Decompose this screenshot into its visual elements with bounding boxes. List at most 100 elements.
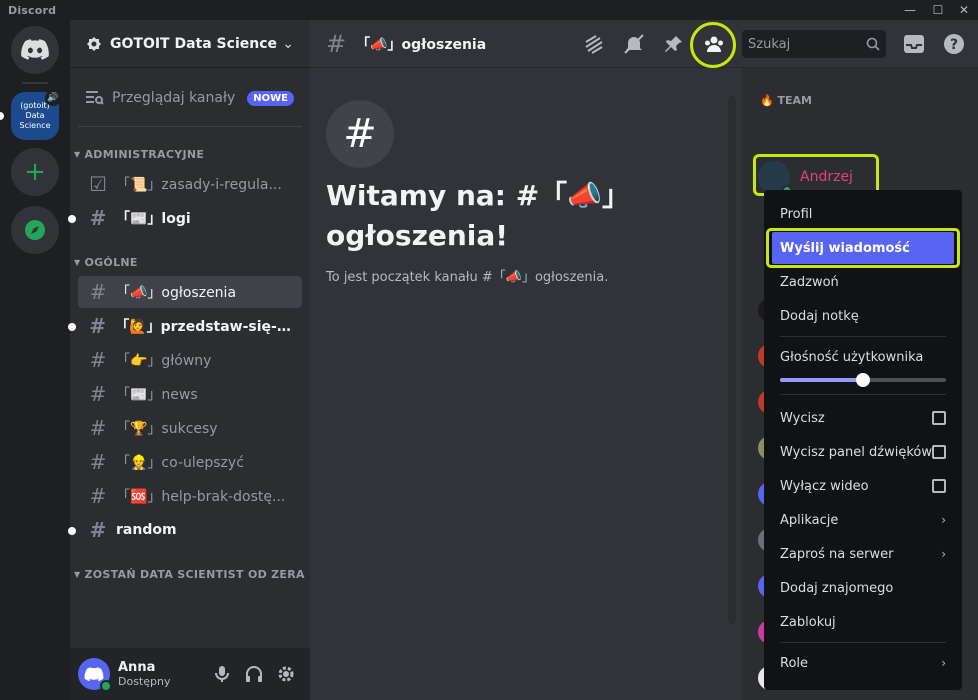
channel-news[interactable]: # 「📰」news (78, 378, 302, 410)
discord-avatar-icon (84, 666, 104, 681)
chevron-right-icon: › (941, 656, 946, 670)
browse-label: Przeglądaj kanały (112, 90, 236, 106)
volume-label: Głośność użytkownika (780, 349, 924, 365)
menu-item-roles[interactable]: Role › (772, 647, 954, 679)
home-button[interactable] (11, 26, 59, 74)
menu-item-label: Zaproś na serwer (780, 546, 894, 562)
chevron-right-icon: › (941, 513, 946, 527)
annotation-highlight-box (766, 228, 960, 268)
category-zostan-data-scientist[interactable]: ▼ ZOSTAŃ DATA SCIENTIST OD ZERA (74, 568, 305, 581)
chevron-down-icon: ▼ (74, 150, 81, 159)
channel-przedstaw-sie[interactable]: # 「🙋」przedstaw-się-t... (68, 310, 302, 342)
headphones-button[interactable] (238, 658, 270, 690)
checkbox-icon[interactable] (932, 445, 946, 459)
threads-button[interactable] (582, 32, 606, 56)
microphone-icon (215, 666, 229, 682)
annotation-highlight-ring (690, 22, 736, 68)
server-gotoit[interactable]: (gotoit) Data Science 🔊 (11, 90, 61, 140)
rules-icon: ☑ (89, 172, 107, 196)
channel-label: random (116, 522, 177, 538)
menu-item-label: Role (780, 655, 809, 671)
channel-label: 「🏆」sukcesy (116, 421, 218, 437)
search-input[interactable]: Szukaj (742, 30, 886, 58)
settings-button[interactable] (270, 658, 302, 690)
hash-icon: # (89, 314, 106, 338)
hash-icon: # (89, 450, 107, 474)
app-title: Discord (8, 4, 57, 17)
channel-logi[interactable]: # 「📰」logi (68, 202, 302, 234)
channel-sukcesy[interactable]: # 「🏆」sukcesy (78, 412, 302, 444)
channel-label: 「📣」ogłoszenia (116, 285, 237, 301)
chevron-down-icon: ▼ (74, 570, 81, 579)
channel-co-ulepszyc[interactable]: # 「👷」co-ulepszyć (78, 446, 302, 478)
server-name: GOTOIT Data Science (110, 35, 277, 52)
close-button[interactable]: ✕ (950, 0, 978, 20)
pinned-button[interactable] (662, 32, 686, 56)
scrollbar[interactable] (728, 96, 736, 624)
menu-item-invite[interactable]: Zaproś na serwer › (772, 538, 954, 570)
menu-item-add-friend[interactable]: Dodaj znajomego (772, 572, 954, 604)
channel-ogloszenia[interactable]: # 「📣」ogłoszenia (78, 276, 302, 308)
unread-indicator (68, 323, 76, 331)
channel-zasady[interactable]: ☑ 「📜」zasady-i-regula... (78, 168, 302, 200)
menu-item-mute-soundboard[interactable]: Wycisz panel dźwięków (772, 436, 954, 468)
menu-item-mute[interactable]: Wycisz (772, 402, 954, 434)
discord-logo-icon (21, 39, 49, 60)
checkbox-icon[interactable] (932, 411, 946, 425)
online-status-icon (100, 680, 112, 692)
user-panel: Anna Dostępny (70, 648, 310, 700)
user-status: Dostępny (118, 675, 171, 688)
slider-fill (780, 378, 863, 382)
category-label: ZOSTAŃ DATA SCIENTIST OD ZERA (84, 568, 305, 581)
channel-help[interactable]: # 「🆘」help-brak-dostę... (78, 480, 302, 512)
category-ogolne[interactable]: ▼ OGÓLNE (74, 256, 138, 269)
user-info[interactable]: Anna Dostępny (118, 660, 206, 688)
server-rail: (gotoit) Data Science 🔊 + (0, 20, 70, 700)
channel-label: 「🙋」przedstaw-się-t... (115, 319, 292, 335)
rail-separator (22, 82, 48, 84)
channel-label: 「👷」co-ulepszyć (116, 455, 244, 471)
channel-random[interactable]: # random (68, 514, 302, 546)
new-badge: NOWE (247, 90, 294, 106)
avatar[interactable] (78, 658, 112, 692)
slider-knob[interactable] (856, 373, 870, 387)
volume-slider[interactable] (780, 373, 946, 387)
category-administracyjne[interactable]: ▼ ADMINISTRACYJNE (74, 148, 204, 161)
svg-text:?: ? (950, 37, 958, 53)
maximize-button[interactable]: ☐ (924, 0, 952, 20)
menu-item-block[interactable]: Zablokuj (772, 606, 954, 638)
browse-channels[interactable]: Przeglądaj kanały NOWE (78, 80, 302, 116)
inbox-button[interactable] (902, 32, 926, 56)
server-header[interactable]: GOTOIT Data Science ⌄ (70, 20, 310, 68)
search-icon (866, 37, 880, 51)
menu-item-apps[interactable]: Aplikacje › (772, 504, 954, 536)
channel-glowny[interactable]: # 「👉」główny (78, 344, 302, 376)
menu-item-add-note[interactable]: Dodaj notkę (772, 300, 954, 332)
minimize-button[interactable]: — (896, 0, 924, 20)
welcome-subtitle: To jest początek kanału #「📣」ogłoszenia. (326, 270, 609, 285)
hash-icon: # (89, 382, 107, 406)
channel-label: 「📰」logi (116, 211, 191, 227)
add-server-button[interactable]: + (11, 148, 59, 196)
menu-item-call[interactable]: Zadzwoń (772, 266, 954, 298)
bell-muted-icon (624, 34, 644, 54)
channel-label: 「📜」zasady-i-regula... (116, 177, 282, 193)
hash-icon: # (89, 484, 107, 508)
menu-divider (780, 336, 946, 337)
divider (78, 126, 302, 127)
hash-icon: # (89, 280, 107, 304)
help-icon: ? (944, 34, 964, 54)
notifications-button[interactable] (622, 32, 646, 56)
channel-label: 「👉」główny (116, 353, 212, 369)
category-label: ADMINISTRACYJNE (84, 148, 205, 161)
checkbox-icon[interactable] (932, 479, 946, 493)
menu-item-profile[interactable]: Profil (772, 198, 954, 230)
plus-icon: + (24, 157, 46, 187)
explore-button[interactable] (11, 206, 59, 254)
help-button[interactable]: ? (942, 32, 966, 56)
hash-icon: # (326, 29, 347, 58)
menu-item-disable-video[interactable]: Wyłącz wideo (772, 470, 954, 502)
microphone-button[interactable] (206, 658, 238, 690)
chevron-right-icon: › (941, 547, 946, 561)
menu-divider (780, 394, 946, 395)
